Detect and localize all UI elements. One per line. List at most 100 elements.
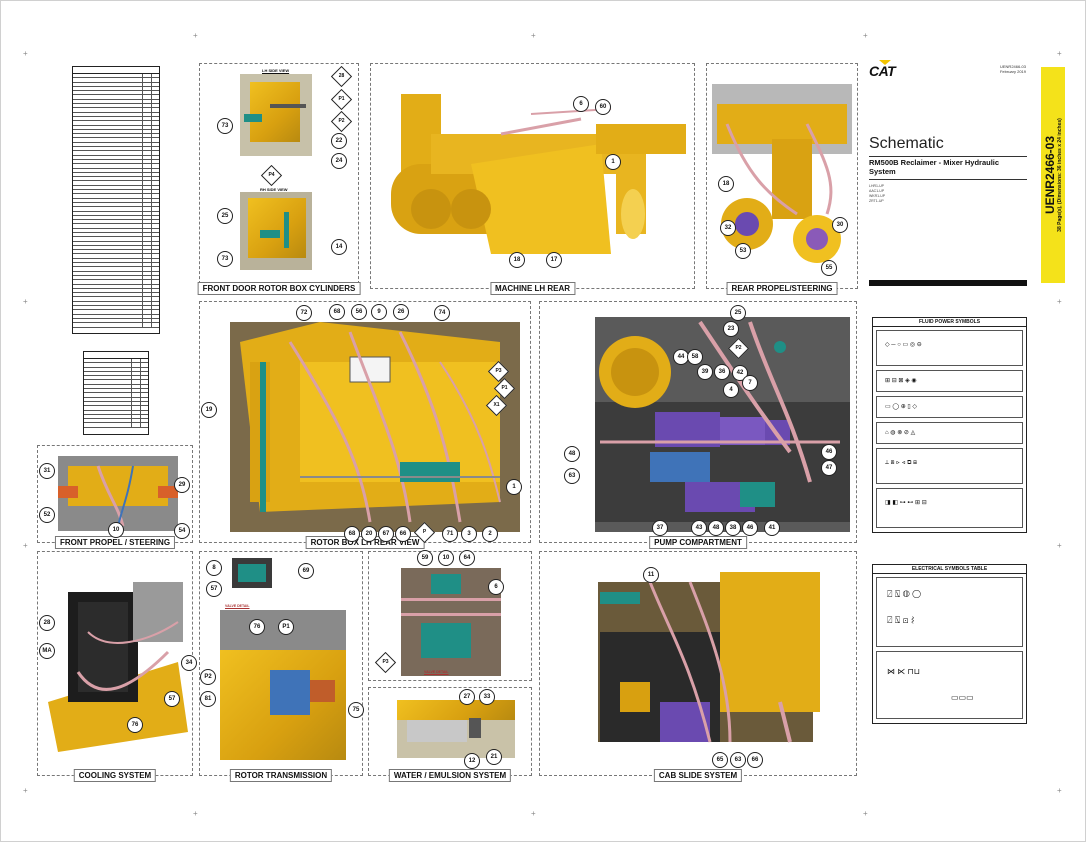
callout-tag: 7 xyxy=(742,375,758,391)
callout-tag: 10 xyxy=(108,522,124,538)
callout-tag: 67 xyxy=(378,526,394,542)
callout-tag: 73 xyxy=(217,251,233,267)
sub-view-label: LH SIDE VIEW xyxy=(262,68,290,73)
view-label: REAR PROPEL/STEERING xyxy=(726,282,838,295)
crop-mark: + xyxy=(1057,49,1062,58)
callout-tag: 18 xyxy=(718,176,734,192)
model-title: RM500B Reclaimer - Mixer Hydraulic Syste… xyxy=(869,158,1000,176)
divider xyxy=(869,179,1027,180)
publication-number: UENR2466-03 xyxy=(1043,135,1057,215)
callout-tag: 48 xyxy=(708,520,724,536)
callout-tag: P1 xyxy=(278,619,294,635)
view-rotor-box-lh-rear: ROTOR BOX LH REAR VIEW xyxy=(199,301,531,549)
crop-mark: + xyxy=(23,297,28,306)
crop-mark: + xyxy=(23,786,28,795)
callout-tag: 10 xyxy=(438,550,454,566)
callout-tag: 64 xyxy=(459,550,475,566)
view-label: CAB SLIDE SYSTEM xyxy=(653,769,743,782)
callout-tag: 74 xyxy=(434,305,450,321)
callout-tag: 20 xyxy=(361,526,377,542)
view-label: ROTOR TRANSMISSION xyxy=(229,769,333,782)
photo-valve xyxy=(401,568,501,676)
crop-mark: + xyxy=(193,31,198,40)
sub-view-label: VALVE DETAIL xyxy=(424,670,449,674)
callout-tag: 71 xyxy=(442,526,458,542)
view-label: WATER / EMULSION SYSTEM xyxy=(388,769,512,782)
callout-tag: 38 xyxy=(725,520,741,536)
callout-tag: 55 xyxy=(821,260,837,276)
callout-tag: 63 xyxy=(564,468,580,484)
callout-tag: 6 xyxy=(573,96,589,112)
callout-tag: 6 xyxy=(488,579,504,595)
callout-tag: 57 xyxy=(206,581,222,597)
callout-tag: 75 xyxy=(348,702,364,718)
callout-tag: 76 xyxy=(127,717,143,733)
table-header xyxy=(73,67,159,74)
footer-band xyxy=(869,280,1027,286)
serial-list: LHR1-UP AAC1-UP WKR1-UP ZRT1-UP xyxy=(869,184,886,203)
callout-tag: 41 xyxy=(764,520,780,536)
fluid-power-symbols-table: FLUID POWER SYMBOLS ◇ ─ ○ ▭ ◎ ⊖ ⊞ ⊟ ⊠ ◈ … xyxy=(872,317,1027,533)
cooling-illustration xyxy=(48,582,188,752)
callout-tag: 4 xyxy=(723,382,739,398)
callout-tag: 46 xyxy=(742,520,758,536)
crop-mark: + xyxy=(193,809,198,818)
crop-mark: + xyxy=(23,49,28,58)
callout-tag: 54 xyxy=(174,523,190,539)
publication-band: UENR2466-03 38 Page(s), (Dimensions: 36 … xyxy=(1041,67,1065,283)
callout-tag: 66 xyxy=(747,752,763,768)
callout-tag: 81 xyxy=(200,691,216,707)
crop-mark: + xyxy=(863,809,868,818)
view-cab-slide: CAB SLIDE SYSTEM xyxy=(539,551,857,782)
crop-mark: + xyxy=(23,541,28,550)
callout-tag: 39 xyxy=(697,364,713,380)
callout-tag: 65 xyxy=(712,752,728,768)
callout-tag: 26 xyxy=(393,304,409,320)
document-type-title: Schematic xyxy=(869,135,944,152)
callout-tag: 11 xyxy=(643,567,659,583)
callout-tag: 60 xyxy=(595,99,611,115)
callout-tag: 52 xyxy=(39,507,55,523)
crop-mark: + xyxy=(531,809,536,818)
callout-tag: 21 xyxy=(486,749,502,765)
callout-tag: 43 xyxy=(691,520,707,536)
photo-rh-side xyxy=(240,192,312,270)
callout-tag: 29 xyxy=(174,477,190,493)
callout-tag: 73 xyxy=(217,118,233,134)
table-row xyxy=(73,323,159,328)
callout-tag: 8 xyxy=(206,560,222,576)
view-label: MACHINE LH REAR xyxy=(489,282,576,295)
view-machine-lh-rear: MACHINE LH REAR xyxy=(370,63,695,295)
view-label: FRONT DOOR ROTOR BOX CYLINDERS xyxy=(197,282,361,295)
sub-view-label: VALVE DETAIL xyxy=(225,604,250,608)
doc-meta: UENR2466-03 February 2019 xyxy=(999,64,1026,74)
callout-tag: 69 xyxy=(298,563,314,579)
callout-tag: 27 xyxy=(459,689,475,705)
table-header xyxy=(84,352,148,359)
callout-tag: 72 xyxy=(296,305,312,321)
callout-tag: 1 xyxy=(605,154,621,170)
callout-tag: 23 xyxy=(723,321,739,337)
callout-tag: 24 xyxy=(331,153,347,169)
callout-tag: 63 xyxy=(730,752,746,768)
callout-tag: 9 xyxy=(371,304,387,320)
callout-tag: 3 xyxy=(461,526,477,542)
crop-mark: + xyxy=(1057,297,1062,306)
cat-logo: CAT xyxy=(869,60,896,79)
callout-tag: 47 xyxy=(821,460,837,476)
rotor-box-illustration xyxy=(230,322,520,532)
callout-tag: 68 xyxy=(329,304,345,320)
callout-tag: 46 xyxy=(821,444,837,460)
view-label: PUMP COMPARTMENT xyxy=(649,536,747,549)
table-row xyxy=(84,423,148,428)
callout-tag: 66 xyxy=(395,526,411,542)
callout-tag: 59 xyxy=(417,550,433,566)
callout-tag: 14 xyxy=(331,239,347,255)
crop-mark: + xyxy=(531,31,536,40)
component-location-table xyxy=(72,66,160,334)
callout-tag: MA xyxy=(39,643,55,659)
callout-tag: 30 xyxy=(832,217,848,233)
callout-tag: 32 xyxy=(720,220,736,236)
callout-tag: 19 xyxy=(201,402,217,418)
photo-lh-side xyxy=(240,74,312,156)
